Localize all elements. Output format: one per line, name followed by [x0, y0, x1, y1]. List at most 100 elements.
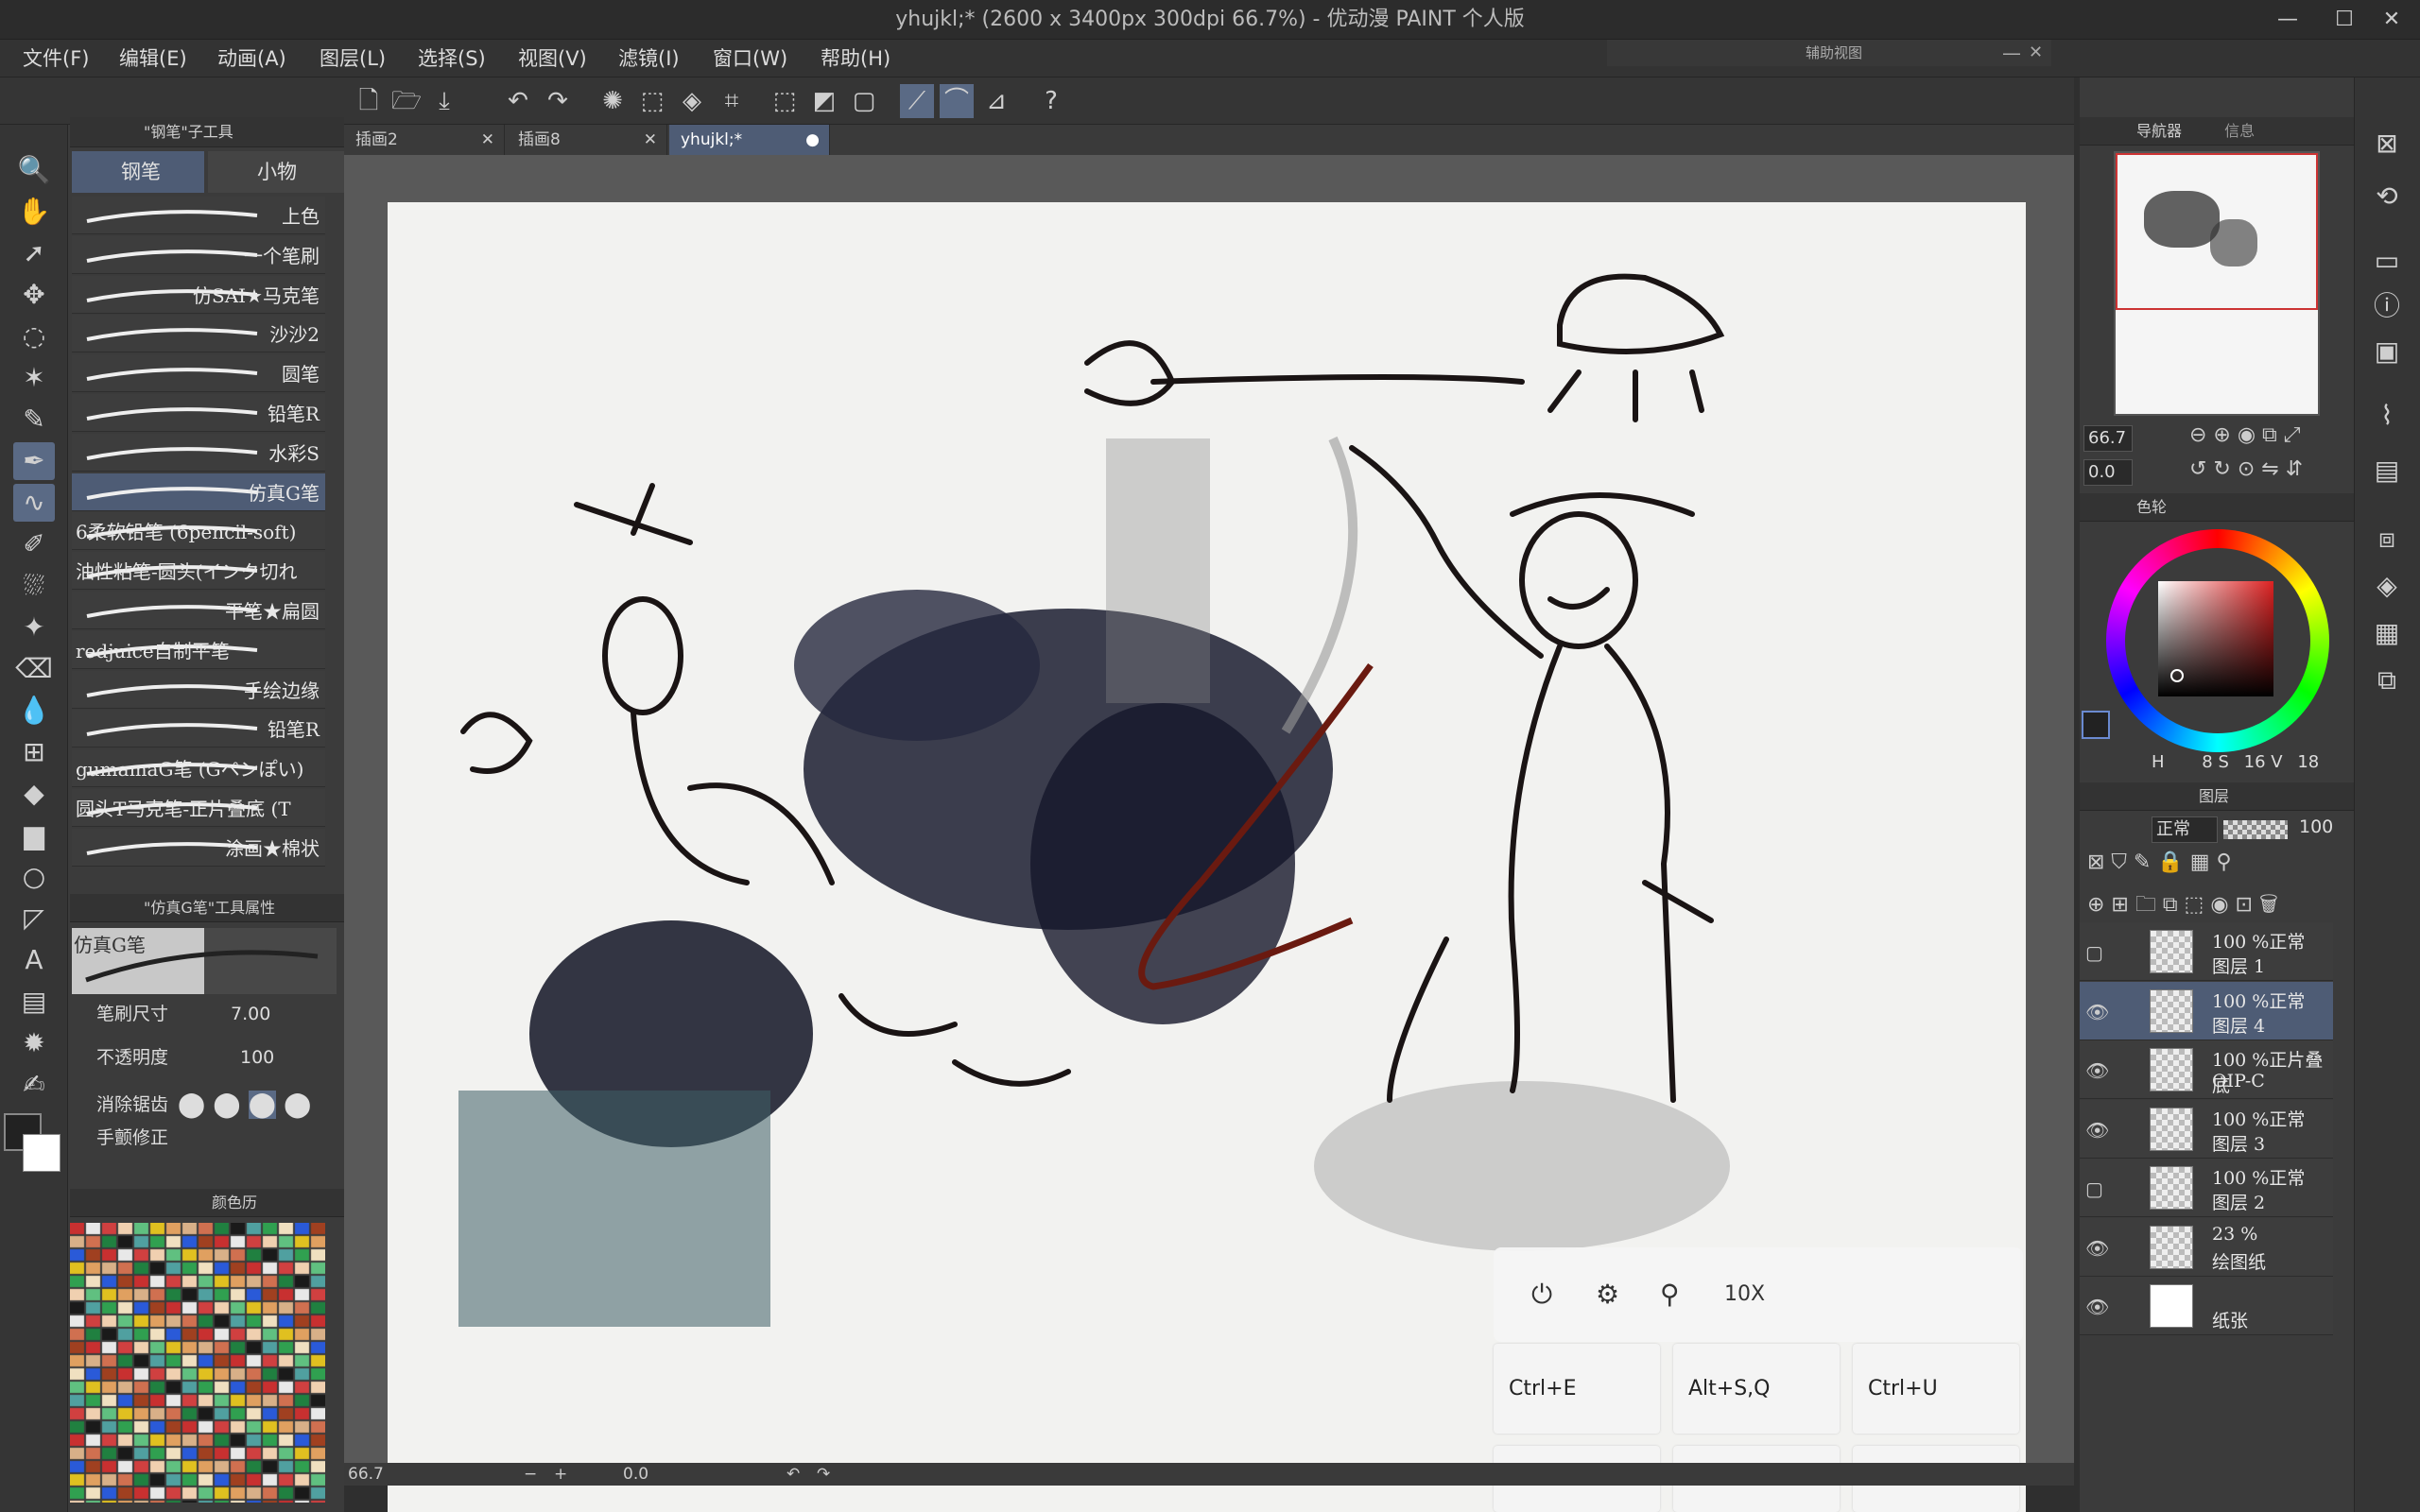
rotate-left-icon[interactable]: ↶: [786, 1463, 800, 1486]
selection-invert-icon[interactable]: ◩: [807, 84, 841, 118]
menu-filter[interactable]: 滤镜(I): [618, 40, 680, 77]
brush-item[interactable]: 涂画★棉状: [72, 828, 325, 867]
brush-item[interactable]: 一个笔刷: [72, 235, 325, 274]
close-icon[interactable]: ✕: [2363, 0, 2420, 40]
airbrush-tool-icon[interactable]: ⛆: [13, 567, 55, 605]
gradient-tool-icon[interactable]: ▆: [13, 816, 55, 854]
layer-name-label[interactable]: 图层 2: [2212, 1189, 2265, 1214]
layer-name-label[interactable]: 图层 3: [2212, 1130, 2265, 1156]
antialias-options-icon[interactable]: ⬤ ⬤ ⬤ ⬤: [178, 1083, 311, 1126]
magic-wand-tool-icon[interactable]: ✶: [13, 359, 55, 397]
tab-pen[interactable]: 钢笔: [72, 151, 204, 193]
eye-icon[interactable]: 👁: [2085, 1001, 2109, 1023]
sub-view-icon[interactable]: ▣: [2363, 331, 2411, 372]
color-wheel-tab[interactable]: 色轮: [2080, 493, 2354, 522]
brush-tool-icon[interactable]: ✐: [13, 525, 55, 563]
eye-icon[interactable]: 👁: [2085, 1296, 2109, 1318]
antialias-row[interactable]: 消除锯齿 ⬤ ⬤ ⬤ ⬤: [72, 1083, 346, 1126]
shortcut-key-2[interactable]: Alt+S,Q: [1673, 1344, 1840, 1434]
layer-row[interactable]: ▢ 100 %正常 图层 1: [2080, 922, 2333, 981]
layer-row[interactable]: 👁 100 %正片叠底 OIP-C: [2080, 1040, 2333, 1099]
layer-row[interactable]: 👁 纸张: [2080, 1277, 2333, 1335]
transform-icon[interactable]: ⬚: [635, 84, 669, 118]
info-tab-label[interactable]: 信息: [2224, 122, 2255, 140]
eye-icon[interactable]: 👁: [2085, 1237, 2109, 1260]
material-panel-icon[interactable]: ▤: [2363, 450, 2411, 491]
layer-row[interactable]: ▢ 100 %正常 图层 2: [2080, 1159, 2333, 1217]
eye-hidden-icon[interactable]: ▢: [2085, 941, 2103, 964]
layer-name-label[interactable]: 图层 1: [2212, 953, 2265, 978]
pen-tool-icon[interactable]: ✒: [13, 442, 55, 480]
redo-icon[interactable]: ↷: [541, 84, 575, 118]
animation-panel-icon[interactable]: ▦: [2363, 612, 2411, 654]
brush-panel-icon[interactable]: ⌇: [2363, 395, 2411, 437]
search-layer-icon[interactable]: ⧉: [2363, 660, 2411, 701]
menu-animation[interactable]: 动画(A): [217, 40, 286, 77]
sub-view-minimize-icon[interactable]: —: [2002, 40, 2021, 66]
color-set-palette[interactable]: [70, 1223, 325, 1503]
brush-item[interactable]: 铅笔R: [72, 710, 325, 748]
pencil-tool-icon[interactable]: ∿: [13, 484, 55, 522]
opacity-row[interactable]: 不透明度 100: [72, 1036, 346, 1079]
text-tool-icon[interactable]: A: [13, 941, 55, 979]
decoration-tool-icon[interactable]: ✦: [13, 609, 55, 646]
layer-panel-icon[interactable]: ◈: [2363, 565, 2411, 607]
brush-item[interactable]: 油性粘笔-圆头(インク切れ: [72, 552, 325, 591]
brush-size-row[interactable]: 笔刷尺寸 7.00: [72, 992, 346, 1036]
panel-close-icon[interactable]: ⊠: [2363, 123, 2411, 164]
blend-mode-select[interactable]: 正常: [2152, 816, 2218, 843]
doc-tab-2[interactable]: 插画8 ✕: [507, 125, 667, 155]
open-folder-icon[interactable]: 🗁: [389, 84, 424, 118]
layer-opacity-value[interactable]: 100: [2299, 816, 2333, 837]
brush-item[interactable]: 6柔软铅笔 (6pencil-soft): [72, 512, 325, 551]
brush-item[interactable]: 圆头T马克笔-正片叠底 (T: [72, 789, 325, 827]
menu-view[interactable]: 视图(V): [518, 40, 587, 77]
color-set-tab[interactable]: 颜色历: [70, 1189, 344, 1217]
zoom-level-label[interactable]: 10X: [1724, 1278, 1765, 1312]
correct-line-tool-icon[interactable]: ✍: [13, 1066, 55, 1104]
status-zoom-value[interactable]: 66.7: [348, 1463, 384, 1486]
color-picker-handle[interactable]: [2170, 669, 2184, 682]
navigator-preview[interactable]: [2114, 151, 2320, 416]
zoom-tool-icon[interactable]: 🔍: [13, 151, 55, 189]
minimize-icon[interactable]: —: [2259, 0, 2316, 40]
operation-tool-icon[interactable]: ➚: [13, 234, 55, 272]
current-color-swatch[interactable]: [2082, 711, 2110, 739]
menu-window[interactable]: 窗口(W): [713, 40, 787, 77]
layer-action-icons[interactable]: ⊕ ⊞ 🗀 ⧉ ⬚ ◉ ⊡ 🗑: [2087, 888, 2278, 924]
brush-item[interactable]: 手绘边缘: [72, 670, 325, 709]
menu-layer[interactable]: 图层(L): [320, 40, 386, 77]
sync-icon[interactable]: ⟲: [2363, 176, 2411, 217]
layer-property-icon[interactable]: ⧈: [2363, 518, 2411, 559]
navigator-controls-icon[interactable]: ⊖ ⊕ ◉ ⧉ ⤢: [2189, 423, 2300, 447]
frame-tool-icon[interactable]: ◸: [13, 900, 55, 937]
brush-item[interactable]: gumamaG笔 (Gペンぽい): [72, 749, 325, 788]
doc-tab-1-close-icon[interactable]: ✕: [481, 125, 494, 155]
layer-name-label[interactable]: 图层 4: [2212, 1012, 2265, 1038]
shortcut-key-3[interactable]: Ctrl+U: [1853, 1344, 2019, 1434]
opacity-slider[interactable]: [2223, 820, 2288, 839]
snap-special-ruler-icon[interactable]: ⌒: [940, 84, 974, 118]
crop-icon[interactable]: ⌗: [715, 84, 749, 118]
layer-name-label[interactable]: OIP-C: [2212, 1071, 2265, 1091]
tab-marker[interactable]: 小物: [208, 151, 344, 193]
hand-tool-icon[interactable]: ✋: [13, 193, 55, 231]
zoom-out-icon[interactable]: −: [524, 1463, 537, 1486]
navigator-zoom-field[interactable]: 66.7: [2083, 425, 2133, 452]
sub-color-swatch[interactable]: [23, 1134, 60, 1172]
eye-icon[interactable]: 👁: [2085, 1119, 2109, 1142]
eraser-tool-icon[interactable]: ⌫: [13, 650, 55, 688]
sub-view-close-icon[interactable]: ✕: [2029, 40, 2043, 66]
fill-tool-icon[interactable]: ◆: [13, 775, 55, 813]
brush-item[interactable]: 平笔★扁圆: [72, 592, 325, 629]
doc-tab-1[interactable]: 插画2 ✕: [344, 125, 505, 155]
status-angle-value[interactable]: 0.0: [623, 1463, 648, 1486]
loading-icon[interactable]: ✺: [596, 84, 630, 118]
brush-item[interactable]: 仿真G笔: [72, 472, 325, 511]
eye-hidden-icon[interactable]: ▢: [2085, 1177, 2103, 1200]
layer-row[interactable]: 👁 100 %正常 图层 3: [2080, 1099, 2333, 1159]
brush-item[interactable]: 圆笔: [72, 354, 325, 393]
figure-tool-icon[interactable]: ⊞: [13, 733, 55, 771]
pin-icon[interactable]: ⚲: [1660, 1278, 1680, 1312]
layer-name-label[interactable]: 绘图纸: [2212, 1248, 2266, 1274]
